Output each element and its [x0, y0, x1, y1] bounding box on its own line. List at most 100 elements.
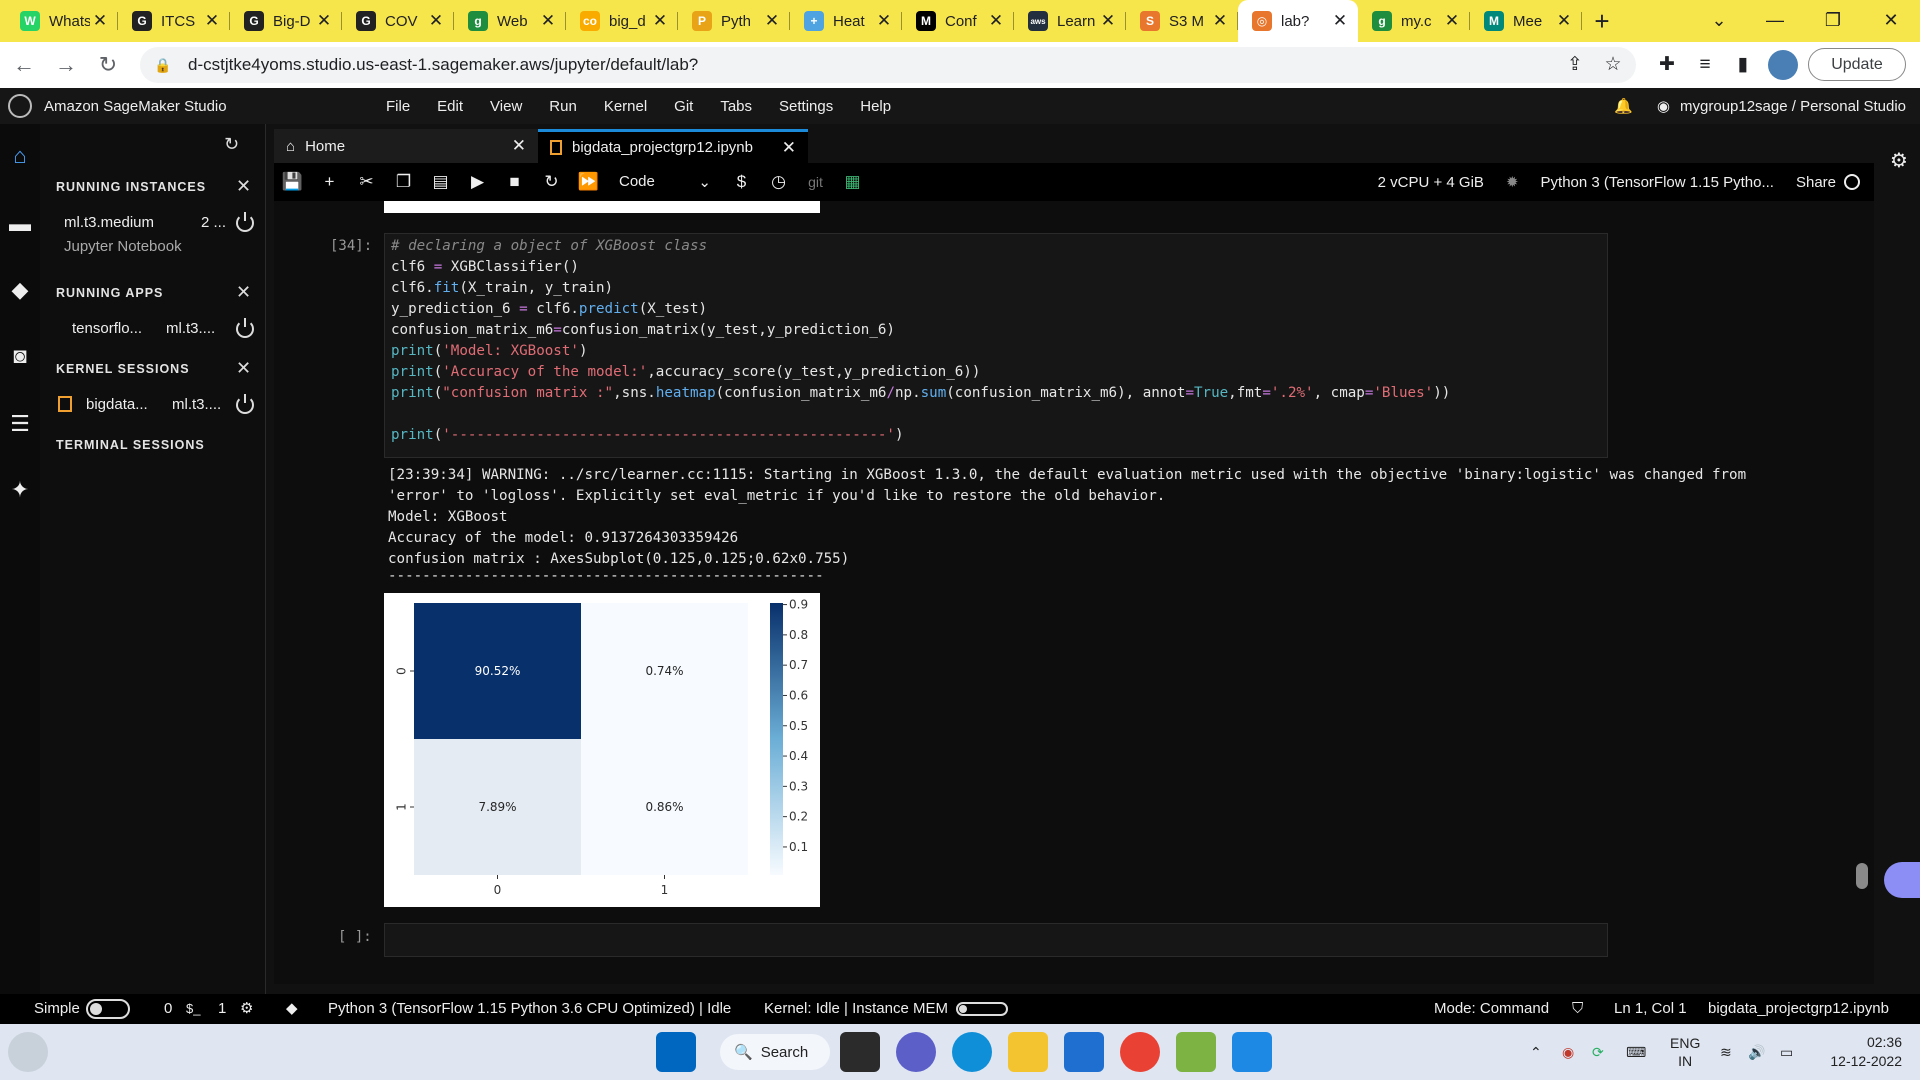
maximize-icon[interactable]: ❐	[1804, 0, 1862, 42]
back-icon[interactable]: ←	[6, 47, 42, 83]
resources-label[interactable]: 2 vCPU + 4 GiB	[1378, 174, 1484, 191]
close-tab-icon[interactable]: ✕	[986, 11, 1006, 31]
home-icon[interactable]: ⌂	[0, 136, 40, 176]
taskbar-search[interactable]: 🔍 Search	[720, 1034, 830, 1070]
browser-tab[interactable]: + Heat ✕	[790, 0, 902, 42]
close-tab-icon[interactable]: ✕	[90, 11, 110, 31]
close-tab-icon[interactable]: ✕	[782, 138, 796, 158]
close-tab-icon[interactable]: ✕	[1442, 11, 1462, 31]
close-tab-icon[interactable]: ✕	[650, 11, 670, 31]
close-window-icon[interactable]: ✕	[1862, 0, 1920, 42]
close-tab-icon[interactable]: ✕	[314, 11, 334, 31]
browser-tab[interactable]: co big_d ✕	[566, 0, 678, 42]
notebook-content[interactable]: [34]: # declaring a object of XGBoost cl…	[274, 201, 1874, 984]
chrome-icon[interactable]	[1120, 1032, 1160, 1072]
git-icon[interactable]: ◆	[0, 270, 40, 310]
run-icon[interactable]: ▶	[459, 172, 496, 192]
browser-tab[interactable]: S S3 M ✕	[1126, 0, 1238, 42]
close-instances-icon[interactable]: ✕	[236, 176, 251, 197]
menu-item[interactable]: View	[490, 98, 522, 115]
close-tab-icon[interactable]: ✕	[426, 11, 446, 31]
browser-tab[interactable]: W WhatsApp✕	[6, 0, 118, 42]
menu-item[interactable]: File	[386, 98, 410, 115]
table-of-contents-icon[interactable]: ☰	[0, 404, 40, 444]
url-bar[interactable]: 🔒 d-cstjtke4yoms.studio.us-east-1.sagema…	[140, 47, 1636, 83]
store-icon[interactable]	[1064, 1032, 1104, 1072]
running-terminals-icon[interactable]: ◙	[0, 336, 40, 376]
cursor-position[interactable]: Ln 1, Col 1	[1614, 994, 1687, 1024]
kernel-label[interactable]: Python 3 (TensorFlow 1.15 Pytho...	[1541, 174, 1774, 191]
insert-cell-icon[interactable]: +	[311, 172, 348, 192]
file-explorer-icon[interactable]	[1008, 1032, 1048, 1072]
close-tab-icon[interactable]: ✕	[538, 11, 558, 31]
tab-search-icon[interactable]: ⌄	[1690, 0, 1748, 42]
close-tab-icon[interactable]: ✕	[512, 136, 526, 156]
restart-icon[interactable]: ↻	[533, 172, 570, 192]
forward-icon[interactable]: →	[48, 47, 84, 83]
volume-icon[interactable]: 🔊	[1748, 1024, 1765, 1080]
edge-icon[interactable]	[952, 1032, 992, 1072]
close-tab-icon[interactable]: ✕	[202, 11, 222, 31]
bell-icon[interactable]: 🔔	[1614, 97, 1633, 115]
menu-item[interactable]: Help	[860, 98, 891, 115]
mode-status[interactable]: Mode: Command	[1434, 994, 1549, 1024]
extensions-icon[interactable]: ✚	[1652, 50, 1682, 80]
minimize-icon[interactable]: —	[1746, 0, 1804, 42]
settings-gear-icon[interactable]: ⚙	[1890, 148, 1908, 173]
menu-item[interactable]: Kernel	[604, 98, 647, 115]
close-tab-icon[interactable]: ✕	[1098, 11, 1118, 31]
windows-start-icon[interactable]	[656, 1032, 696, 1072]
photos-icon[interactable]	[1232, 1032, 1272, 1072]
wifi-icon[interactable]: ≋	[1720, 1024, 1732, 1080]
reading-list-icon[interactable]: ≡	[1690, 50, 1720, 80]
save-icon[interactable]: 💾	[274, 172, 311, 192]
teams-chat-icon[interactable]	[896, 1032, 936, 1072]
menu-item[interactable]: Edit	[437, 98, 463, 115]
kernel-info[interactable]: Python 3 (TensorFlow 1.15 Python 3.6 CPU…	[328, 994, 731, 1024]
git-toolbar-icon[interactable]: git	[797, 174, 834, 190]
tab-notebook[interactable]: bigdata_projectgrp12.ipynb ✕	[538, 129, 808, 163]
browser-tab[interactable]: M Mee ✕	[1470, 0, 1582, 42]
extension-puzzle-icon[interactable]: ✦	[0, 470, 40, 510]
browser-tab[interactable]: P Pyth ✕	[678, 0, 790, 42]
user-icon[interactable]: ◉	[1657, 97, 1670, 115]
menu-item[interactable]: Git	[674, 98, 693, 115]
cut-icon[interactable]: ✂	[348, 172, 385, 192]
kernel-count[interactable]: 1	[218, 994, 226, 1024]
refresh-icon[interactable]: ↻	[224, 134, 239, 155]
scrollbar-thumb[interactable]	[1856, 863, 1868, 889]
new-tab-icon[interactable]: +	[1582, 0, 1622, 42]
battery-icon[interactable]: ▭	[1780, 1024, 1793, 1080]
close-tab-icon[interactable]: ✕	[1554, 11, 1574, 31]
menu-item[interactable]: Tabs	[720, 98, 752, 115]
tab-home[interactable]: ⌂ Home ✕	[274, 129, 538, 163]
browser-tab[interactable]: g Web ✕	[454, 0, 566, 42]
user-name[interactable]: mygroup12sage / Personal Studio	[1680, 98, 1906, 115]
side-panel-icon[interactable]: ▮	[1728, 50, 1758, 80]
reload-icon[interactable]: ↻	[90, 47, 126, 83]
close-apps-icon[interactable]: ✕	[236, 282, 251, 303]
browser-tab[interactable]: G ITCS ✕	[118, 0, 230, 42]
simple-mode-toggle[interactable]	[86, 994, 130, 1024]
tray-chevron-icon[interactable]: ⌃	[1530, 1024, 1542, 1080]
share-page-icon[interactable]: ⇪	[1560, 50, 1590, 80]
memory-toggle[interactable]	[956, 994, 1008, 1024]
update-button[interactable]: Update	[1808, 48, 1906, 81]
sync-icon[interactable]: ⟳	[1592, 1024, 1604, 1080]
menu-item[interactable]: Settings	[779, 98, 833, 115]
weather-icon[interactable]	[8, 1032, 48, 1072]
chat-feedback-icon[interactable]	[1884, 862, 1920, 898]
close-tab-icon[interactable]: ✕	[874, 11, 894, 31]
antivirus-icon[interactable]: ◉	[1562, 1024, 1574, 1080]
git-icon[interactable]: ◆	[286, 994, 298, 1024]
menu-item[interactable]: Run	[549, 98, 577, 115]
share-button[interactable]: Share	[1796, 174, 1836, 191]
language-indicator[interactable]: ENG IN	[1670, 1024, 1700, 1080]
clock[interactable]: 02:36 12-12-2022	[1818, 1024, 1902, 1080]
code-cell[interactable]: # declaring a object of XGBoost class cl…	[384, 233, 1608, 458]
bookmark-star-icon[interactable]: ☆	[1598, 50, 1628, 80]
shutdown-kernel-icon[interactable]	[236, 394, 254, 414]
browser-tab[interactable]: ◎ lab? ✕	[1238, 0, 1358, 42]
calendar-icon[interactable]: ▦	[834, 172, 871, 192]
browser-tab[interactable]: aws Learn ✕	[1014, 0, 1126, 42]
